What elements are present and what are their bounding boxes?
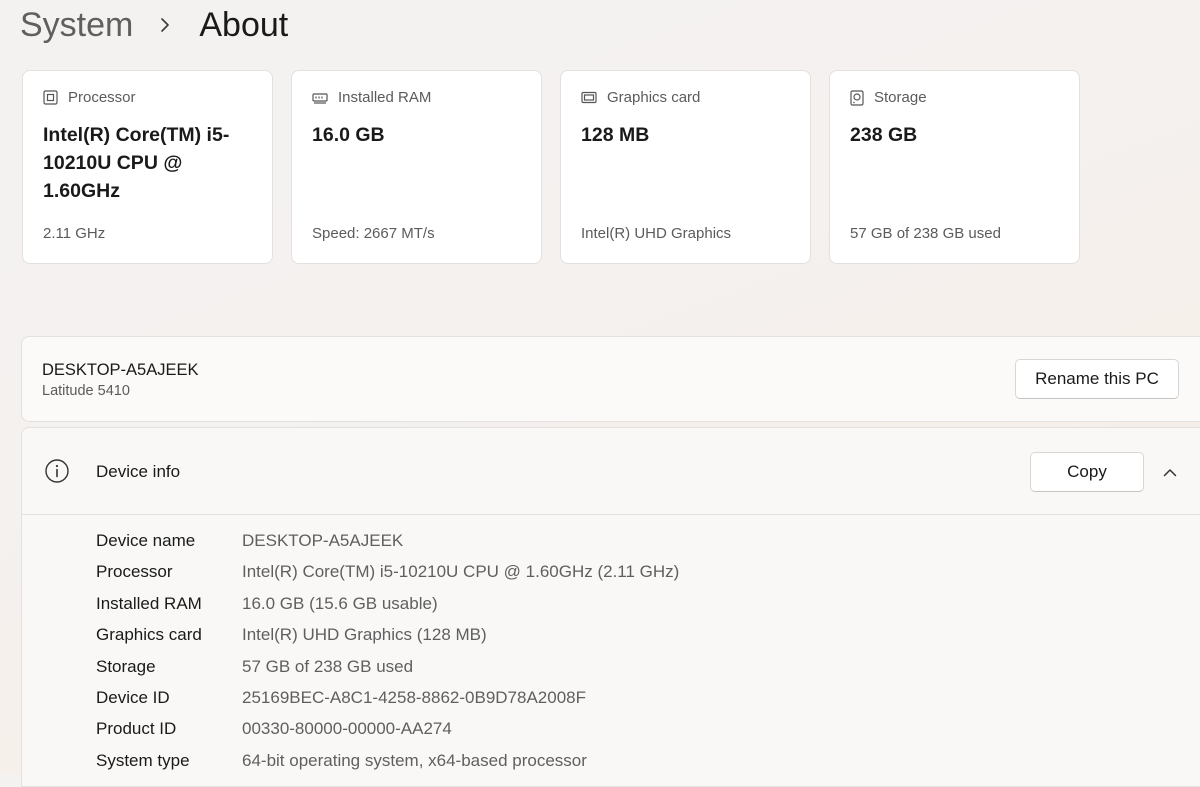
graphics-card-icon — [581, 91, 597, 105]
pc-name: DESKTOP-A5AJEEK — [42, 361, 199, 379]
breadcrumb-system[interactable]: System — [20, 6, 133, 45]
card-header: Storage — [850, 89, 927, 106]
copy-button[interactable]: Copy — [1030, 452, 1144, 492]
spec-value: 64-bit operating system, x64-based proce… — [242, 751, 587, 770]
spec-value: Intel(R) UHD Graphics (128 MB) — [242, 625, 487, 644]
spec-row-installed-ram: Installed RAM 16.0 GB (15.6 GB usable) — [96, 592, 438, 616]
card-label: Storage — [874, 89, 927, 106]
ram-card: Installed RAM 16.0 GB Speed: 2667 MT/s — [291, 70, 542, 264]
rename-pc-button[interactable]: Rename this PC — [1015, 359, 1179, 399]
card-value: 16.0 GB — [312, 124, 385, 146]
card-header: Graphics card — [581, 89, 700, 106]
spec-label: Device name — [96, 531, 196, 550]
card-value: 238 GB — [850, 124, 918, 146]
spec-value: DESKTOP-A5AJEEK — [242, 531, 404, 550]
spec-value: 16.0 GB (15.6 GB usable) — [242, 594, 438, 613]
spec-row-storage: Storage 57 GB of 238 GB used — [96, 655, 413, 679]
spec-label: Processor — [96, 562, 173, 581]
spec-label: Device ID — [96, 688, 170, 707]
card-label: Graphics card — [607, 89, 701, 106]
spec-row-system-type: System type 64-bit operating system, x64… — [96, 749, 587, 773]
spec-row-graphics-card: Graphics card Intel(R) UHD Graphics (128… — [96, 623, 487, 647]
pc-model: Latitude 5410 — [42, 383, 130, 399]
device-info-header[interactable]: Device info Copy — [22, 428, 1200, 515]
processor-card: Processor Intel(R) Core(TM) i5-10210U CP… — [22, 70, 273, 264]
storage-card: Storage 238 GB 57 GB of 238 GB used — [829, 70, 1080, 264]
spec-value: 57 GB of 238 GB used — [242, 657, 414, 676]
spec-row-device-name: Device name DESKTOP-A5AJEEK — [96, 529, 403, 553]
card-subtext: 2.11 GHz — [43, 225, 106, 242]
spec-label: Product ID — [96, 719, 177, 738]
spec-row-product-id: Product ID 00330-80000-00000-AA274 — [96, 717, 452, 741]
card-label: Installed RAM — [338, 89, 432, 106]
graphics-card-card: Graphics card 128 MB Intel(R) UHD Graphi… — [560, 70, 811, 264]
spec-label: Storage — [96, 657, 156, 676]
spec-label: Installed RAM — [96, 594, 202, 613]
spec-value: Intel(R) Core(TM) i5-10210U CPU @ 1.60GH… — [242, 562, 680, 581]
card-subtext: Intel(R) UHD Graphics — [581, 225, 732, 242]
spec-value: 25169BEC-A8C1-4258-8862-0B9D78A2008F — [242, 688, 587, 707]
card-header: Installed RAM — [312, 89, 431, 106]
card-value: Intel(R) Core(TM) i5-10210U CPU @ 1.60GH… — [43, 124, 230, 202]
spec-row-processor: Processor Intel(R) Core(TM) i5-10210U CP… — [96, 560, 679, 584]
card-header: Processor — [43, 89, 136, 106]
info-icon — [44, 458, 70, 489]
page-title: About — [199, 5, 289, 44]
spec-label: Graphics card — [96, 625, 202, 644]
processor-icon — [43, 90, 58, 105]
device-info-title: Device info — [96, 462, 181, 481]
card-subtext: Speed: 2667 MT/s — [312, 225, 435, 242]
spec-label: System type — [96, 751, 190, 770]
storage-icon — [850, 89, 864, 106]
ram-icon — [312, 92, 328, 104]
pc-name-panel: DESKTOP-A5AJEEK Latitude 5410 Rename thi… — [21, 336, 1200, 422]
spec-row-device-id: Device ID 25169BEC-A8C1-4258-8862-0B9D78… — [96, 686, 586, 710]
spec-value: 00330-80000-00000-AA274 — [242, 719, 452, 738]
chevron-up-icon[interactable] — [1160, 462, 1180, 482]
chevron-right-icon — [155, 2, 175, 48]
card-subtext: 57 GB of 238 GB used — [850, 225, 1001, 242]
device-info-panel: Device info Copy Device name DESKTOP-A5A… — [21, 427, 1200, 787]
card-value: 128 MB — [581, 124, 650, 146]
breadcrumb: System About — [20, 2, 288, 48]
card-label: Processor — [68, 89, 136, 106]
